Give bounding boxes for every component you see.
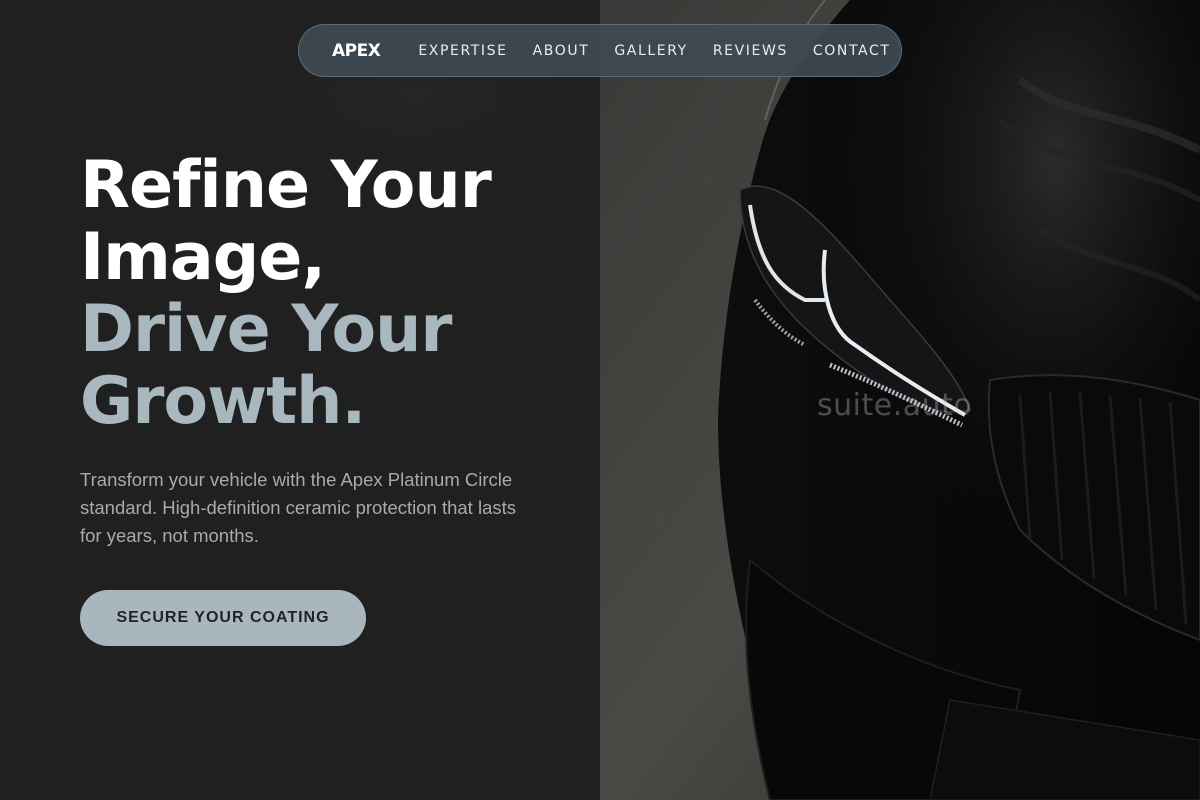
image-watermark: suite.auto (817, 388, 973, 423)
nav-link-reviews[interactable]: REVIEWS (713, 43, 788, 59)
hero-description: Transform your vehicle with the Apex Pla… (80, 469, 516, 546)
brand-logo[interactable]: APEX (332, 41, 381, 61)
hero-headline: Refine Your Image, Drive Your Growth. (80, 148, 492, 439)
nav-link-gallery[interactable]: GALLERY (614, 43, 687, 59)
headline-line-2: Image, (80, 220, 326, 295)
headline-line-4: Growth. (80, 364, 366, 439)
nav-link-about[interactable]: ABOUT (533, 43, 590, 59)
landing-page: suite.auto APEX EXPERTISE ABOUT GALLERY … (0, 0, 1200, 800)
headline-line-3: Drive Your (80, 292, 452, 367)
nav-link-expertise[interactable]: EXPERTISE (418, 43, 507, 59)
secure-coating-button[interactable]: SECURE YOUR COATING (80, 590, 366, 646)
headline-line-1: Refine Your (80, 148, 492, 223)
nav-links: EXPERTISE ABOUT GALLERY REVIEWS CONTACT (418, 43, 915, 59)
nav-link-contact[interactable]: CONTACT (813, 43, 891, 59)
hero-car-image: suite.auto (600, 0, 1200, 800)
main-navigation: APEX EXPERTISE ABOUT GALLERY REVIEWS CON… (298, 24, 902, 77)
